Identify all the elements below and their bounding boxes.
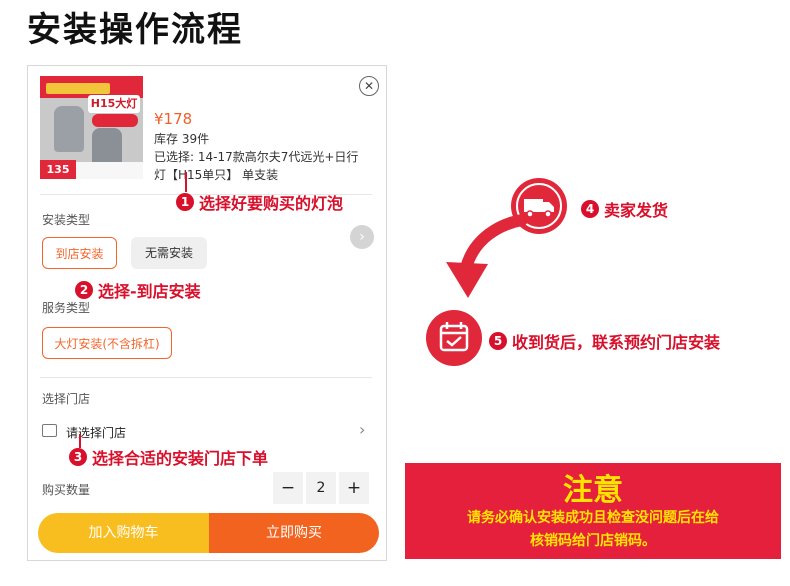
step-text: 选择-到店安装	[98, 282, 201, 301]
bulb-image	[92, 128, 122, 166]
step-3: 3 选择合适的安装门店下单	[69, 445, 268, 469]
notice-text: 请务必确认安装成功且检查没问题后在给 核销码给门店销码。	[467, 510, 719, 549]
notice-title: 注意	[563, 473, 623, 508]
page-title: 安装操作流程	[27, 10, 243, 50]
product-stock: 库存 39件	[154, 132, 210, 146]
option-store-install[interactable]: 到店安装	[42, 237, 117, 269]
step-number: 2	[75, 281, 93, 299]
calendar-check-icon	[426, 310, 482, 366]
buy-now-button[interactable]: 立即购买	[209, 513, 379, 553]
selected-variant: 灯【H15单只】 单支装	[154, 168, 279, 182]
chevron-right-icon[interactable]: ›	[359, 420, 365, 439]
divider	[40, 377, 372, 378]
step-text: 选择合适的安装门店下单	[92, 449, 269, 468]
step-text: 选择好要购买的灯泡	[199, 194, 344, 213]
option-headlight-install[interactable]: 大灯安装(不含拆杠)	[42, 327, 172, 359]
bulb-image	[54, 106, 84, 152]
notice-box: 注意 请务必确认安装成功且检查没问题后在给 核销码给门店销码。	[405, 463, 781, 559]
step-number: 1	[176, 193, 194, 211]
store-section-label: 选择门店	[42, 392, 91, 406]
store-icon	[42, 424, 57, 437]
product-thumbnail[interactable]: H15大灯 135	[40, 76, 143, 179]
product-sku-panel: H15大灯 135 ✕ ¥178 库存 39件 已选择: 14-17款高尔夫7代…	[27, 65, 387, 561]
selected-variant: 已选择: 14-17款高尔夫7代远光+日行	[154, 150, 359, 164]
quantity-label: 购买数量	[42, 483, 91, 497]
step-text: 收到货后，联系预约门店安装	[512, 333, 721, 352]
chevron-right-icon[interactable]: ›	[350, 225, 374, 249]
quantity-value[interactable]: 2	[306, 472, 336, 504]
step-1: 1 选择好要购买的灯泡	[176, 190, 343, 214]
store-select[interactable]: 请选择门店	[66, 424, 126, 441]
quantity-increment-button[interactable]: +	[339, 472, 369, 504]
add-to-cart-button[interactable]: 加入购物车	[38, 513, 209, 553]
step-4: 4 卖家发货	[581, 197, 668, 221]
step-number: 4	[581, 200, 599, 218]
quantity-decrement-button[interactable]: −	[273, 472, 303, 504]
install-type-label: 安装类型	[42, 213, 91, 227]
step-number: 5	[489, 332, 507, 350]
product-price: ¥178	[154, 110, 193, 128]
annotation-pointer	[185, 172, 187, 192]
step-5: 5 收到货后，联系预约门店安装	[489, 329, 720, 353]
curved-arrow-icon	[440, 212, 530, 304]
close-icon[interactable]: ✕	[359, 76, 379, 96]
thumbnail-h15-label: H15大灯	[88, 95, 140, 113]
thumbnail-band	[46, 83, 110, 94]
thumbnail-price: 135	[40, 160, 76, 179]
step-2: 2 选择-到店安装	[75, 278, 201, 302]
step-text: 卖家发货	[604, 201, 669, 220]
thumbnail-strip	[76, 162, 143, 179]
option-no-install[interactable]: 无需安装	[131, 237, 207, 269]
step-number: 3	[69, 448, 87, 466]
thumbnail-guarantee-tag	[92, 114, 138, 127]
